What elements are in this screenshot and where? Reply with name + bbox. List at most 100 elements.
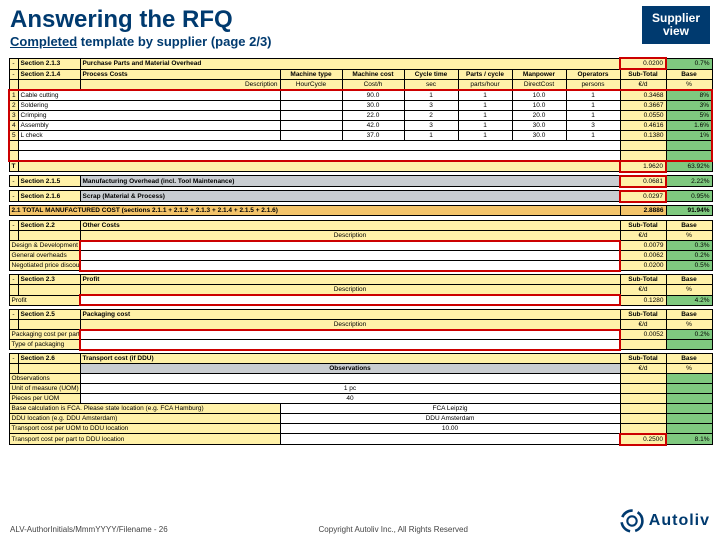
col-machine-type: Machine type (280, 69, 342, 80)
unit: % (666, 80, 712, 91)
cell: 30.0 (512, 121, 566, 131)
cell: 1.6% (666, 121, 712, 131)
cell: 1 (566, 111, 620, 121)
cell: 3% (666, 101, 712, 111)
cell: 0.3667 (620, 101, 666, 111)
cell: 3 (566, 121, 620, 131)
col-manpower: Manpower (512, 69, 566, 80)
section-label: Process Costs (80, 69, 280, 80)
col: Description (80, 285, 620, 296)
section-pct: 0.7% (666, 58, 712, 69)
row-name: Base calculation is FCA. Please state lo… (9, 404, 280, 414)
pct: 2.22% (666, 176, 712, 187)
value: 2.8886 (620, 205, 666, 215)
col-cycle-time: Cycle time (404, 69, 458, 80)
pct: 0.95% (666, 191, 712, 202)
section-label: Scrap (Material & Process) (80, 191, 620, 202)
footer: ALV-AuthorInitials/MmmYYYY/Filename - 26… (10, 508, 710, 534)
row-star: - (9, 58, 18, 69)
cell: 4.2% (666, 295, 712, 305)
cell: 0.2500 (620, 434, 666, 445)
row-name: Negotiated price discount (9, 261, 80, 271)
col: Base (666, 354, 712, 364)
row-name: Profit (9, 295, 80, 305)
cell: 1 (458, 121, 512, 131)
cell: DDU Amsterdam (280, 414, 620, 424)
cell: 30.0 (512, 131, 566, 141)
unit: €/d (620, 80, 666, 91)
row-star: - (9, 176, 18, 187)
section-id: Section 2.1.3 (18, 58, 80, 69)
col-base: Base (666, 69, 712, 80)
row-star: - (9, 354, 18, 364)
cell: 40 (80, 394, 620, 404)
col-subtotal: Sub-Total (620, 220, 666, 230)
row-star: - (9, 69, 18, 80)
row-name: DDU location (e.g. DDU Amsterdam) (9, 414, 280, 424)
cell: 8% (666, 90, 712, 101)
col: Observations (80, 364, 620, 374)
row-name: Soldering (18, 101, 280, 111)
col-setup: Sub-Total (620, 69, 666, 80)
row-name: Assembly (18, 121, 280, 131)
cell: 8.1% (666, 434, 712, 445)
cell: 0.0200 (620, 261, 666, 271)
unit: HourCycle (280, 80, 342, 91)
cell: 0.4616 (620, 121, 666, 131)
cell: 1 (458, 111, 512, 121)
cell: 0.3% (666, 241, 712, 251)
page-title: Answering the RFQ (0, 0, 720, 34)
cell: 1% (666, 131, 712, 141)
col: Base (666, 275, 712, 285)
section-total-label: 2.1 TOTAL MANUFACTURED COST (sections 2.… (9, 205, 620, 215)
row-name: Transport cost per UOM to DDU location (9, 424, 280, 434)
logo: Autoliv (619, 508, 710, 534)
row-name: Cable cutting (18, 90, 280, 101)
cell: 90.0 (342, 90, 404, 101)
section-id: Section 2.1.4 (18, 69, 80, 80)
unit: sec (404, 80, 458, 91)
pct: 91.94% (666, 205, 712, 215)
row-name: Crimping (18, 111, 280, 121)
row-star: - (9, 220, 18, 230)
col: Sub-Total (620, 309, 666, 319)
logo-icon (619, 508, 645, 534)
cell: 0.0052 (620, 330, 666, 340)
row-name: Design & Development (9, 241, 80, 251)
unit: DirectCost (512, 80, 566, 91)
row-name: L check (18, 131, 280, 141)
row-name: Transport cost per part to DDU location (9, 434, 280, 445)
row-total: T (9, 161, 18, 172)
cell: 22.0 (342, 111, 404, 121)
row-name: Pieces per UOM (9, 394, 80, 404)
cell: FCA Leipzig (280, 404, 620, 414)
cell: 10.00 (280, 424, 620, 434)
cell: 0.2% (666, 251, 712, 261)
cell: 0.0079 (620, 241, 666, 251)
col: Base (666, 309, 712, 319)
section-id: Section 2.1.6 (18, 191, 80, 202)
cell: 0.1380 (620, 131, 666, 141)
row-num: 2 (9, 101, 18, 111)
cell: 2 (404, 111, 458, 121)
row-name: Unit of measure (UOM) (9, 384, 80, 394)
section-id: Section 2.5 (18, 309, 80, 319)
cell: 0.1280 (620, 295, 666, 305)
section-id: Section 2.3 (18, 275, 80, 285)
cell: 20.0 (512, 111, 566, 121)
row-name: Packaging cost per part (9, 330, 80, 340)
cell: 1 (404, 90, 458, 101)
col: Sub-Total (620, 354, 666, 364)
unit: parts/hour (458, 80, 512, 91)
cell: 1 (458, 90, 512, 101)
col: Sub-Total (620, 275, 666, 285)
section-label: Other Costs (80, 220, 620, 230)
logo-text: Autoliv (649, 512, 710, 530)
cell: 5% (666, 111, 712, 121)
col: Description (80, 319, 620, 330)
col-operators: Operators (566, 69, 620, 80)
col-machine-cost: Machine cost (342, 69, 404, 80)
cell: 37.0 (342, 131, 404, 141)
row-num: 4 (9, 121, 18, 131)
cell: 0.0062 (620, 251, 666, 261)
